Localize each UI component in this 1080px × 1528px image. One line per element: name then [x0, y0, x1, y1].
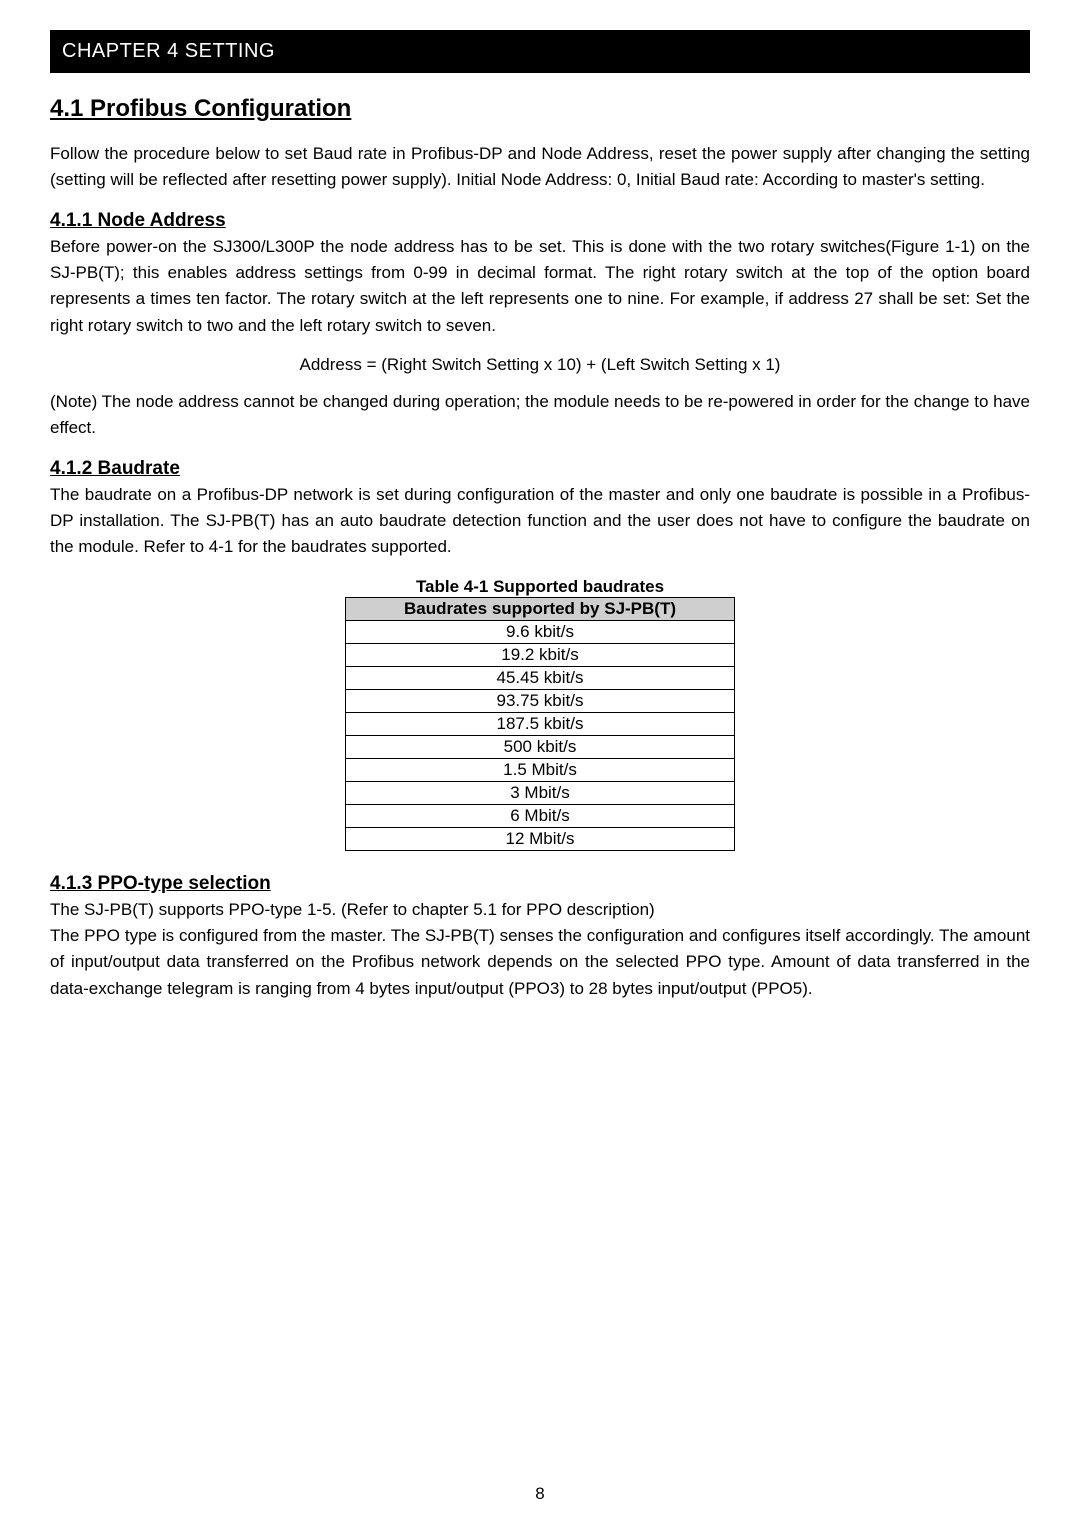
table-row: 9.6 kbit/s	[346, 620, 735, 643]
section-4-1-2-para1: The baudrate on a Profibus-DP network is…	[50, 482, 1030, 561]
table-header: Baudrates supported by SJ-PB(T)	[346, 597, 735, 620]
table-4-1-caption: Table 4-1 Supported baudrates	[50, 577, 1030, 597]
table-row: 187.5 kbit/s	[346, 712, 735, 735]
section-4-1-3-heading: 4.1.3 PPO-type selection	[50, 873, 1030, 895]
table-row: 500 kbit/s	[346, 735, 735, 758]
table-row: 12 Mbit/s	[346, 827, 735, 850]
chapter-header-bar: CHAPTER 4 SETTING	[50, 30, 1030, 73]
page-number: 8	[0, 1484, 1080, 1504]
table-row: 1.5 Mbit/s	[346, 758, 735, 781]
baudrates-table: Baudrates supported by SJ-PB(T) 9.6 kbit…	[345, 597, 735, 851]
section-4-1-3-para1: The SJ-PB(T) supports PPO-type 1-5. (Ref…	[50, 897, 1030, 923]
table-row: 19.2 kbit/s	[346, 643, 735, 666]
table-row: 45.45 kbit/s	[346, 666, 735, 689]
section-4-1-heading: 4.1 Profibus Configuration	[50, 95, 1030, 123]
table-row: 93.75 kbit/s	[346, 689, 735, 712]
address-formula: Address = (Right Switch Setting x 10) + …	[50, 355, 1030, 375]
section-4-1-3-para2: The PPO type is configured from the mast…	[50, 923, 1030, 1002]
section-4-1-intro: Follow the procedure below to set Baud r…	[50, 141, 1030, 194]
table-row: 3 Mbit/s	[346, 781, 735, 804]
section-4-1-1-note: (Note) The node address cannot be change…	[50, 389, 1030, 442]
section-4-1-2-heading: 4.1.2 Baudrate	[50, 458, 1030, 480]
section-4-1-1-para1: Before power-on the SJ300/L300P the node…	[50, 234, 1030, 339]
section-4-1-1-heading: 4.1.1 Node Address	[50, 210, 1030, 232]
table-row: 6 Mbit/s	[346, 804, 735, 827]
